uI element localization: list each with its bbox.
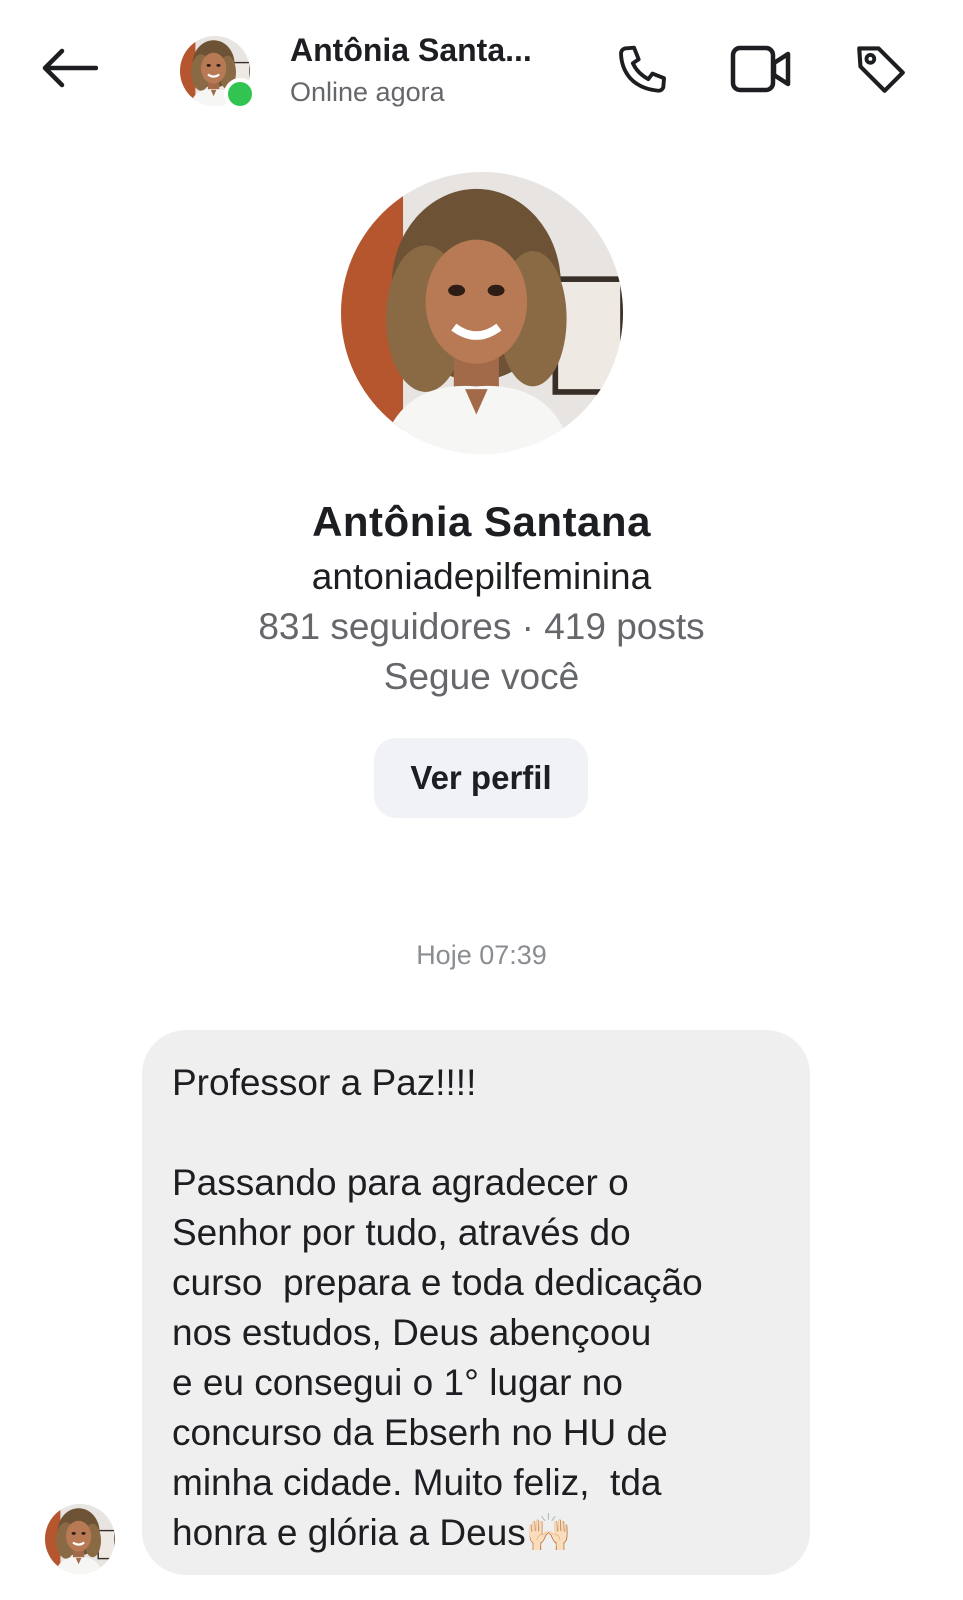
tag-icon xyxy=(852,40,910,103)
follows-you-label: Segue você xyxy=(383,656,580,697)
profile-name: Antônia Santana xyxy=(312,498,651,545)
video-call-button[interactable] xyxy=(730,40,792,102)
arrow-left-icon xyxy=(40,48,99,93)
phone-icon xyxy=(614,40,672,103)
profile-username: antoniadepilfeminina xyxy=(311,556,652,597)
chat-header: Antônia Santa... Online agora xyxy=(0,0,963,145)
message-timestamp: Hoje 07:39 xyxy=(416,940,547,970)
contact-name: Antônia Santa... xyxy=(290,32,532,68)
profile-picture[interactable] xyxy=(341,172,623,454)
back-button[interactable] xyxy=(36,40,102,100)
sender-avatar[interactable] xyxy=(45,1504,115,1574)
profile-stats: 831 seguidores · 419 posts xyxy=(258,606,705,647)
view-profile-button[interactable]: Ver perfil xyxy=(374,738,588,818)
header-avatar[interactable] xyxy=(180,36,256,110)
message-bubble[interactable]: Professor a Paz!!!! Passando para agrade… xyxy=(142,1030,810,1575)
video-camera-icon xyxy=(730,44,792,99)
online-indicator xyxy=(224,78,256,110)
header-title-block[interactable]: Antônia Santa... Online agora xyxy=(290,30,532,110)
label-button[interactable] xyxy=(850,40,912,102)
call-button[interactable] xyxy=(612,40,674,102)
message-text: Professor a Paz!!!! Passando para agrade… xyxy=(172,1062,703,1553)
online-status: Online agora xyxy=(290,77,445,107)
